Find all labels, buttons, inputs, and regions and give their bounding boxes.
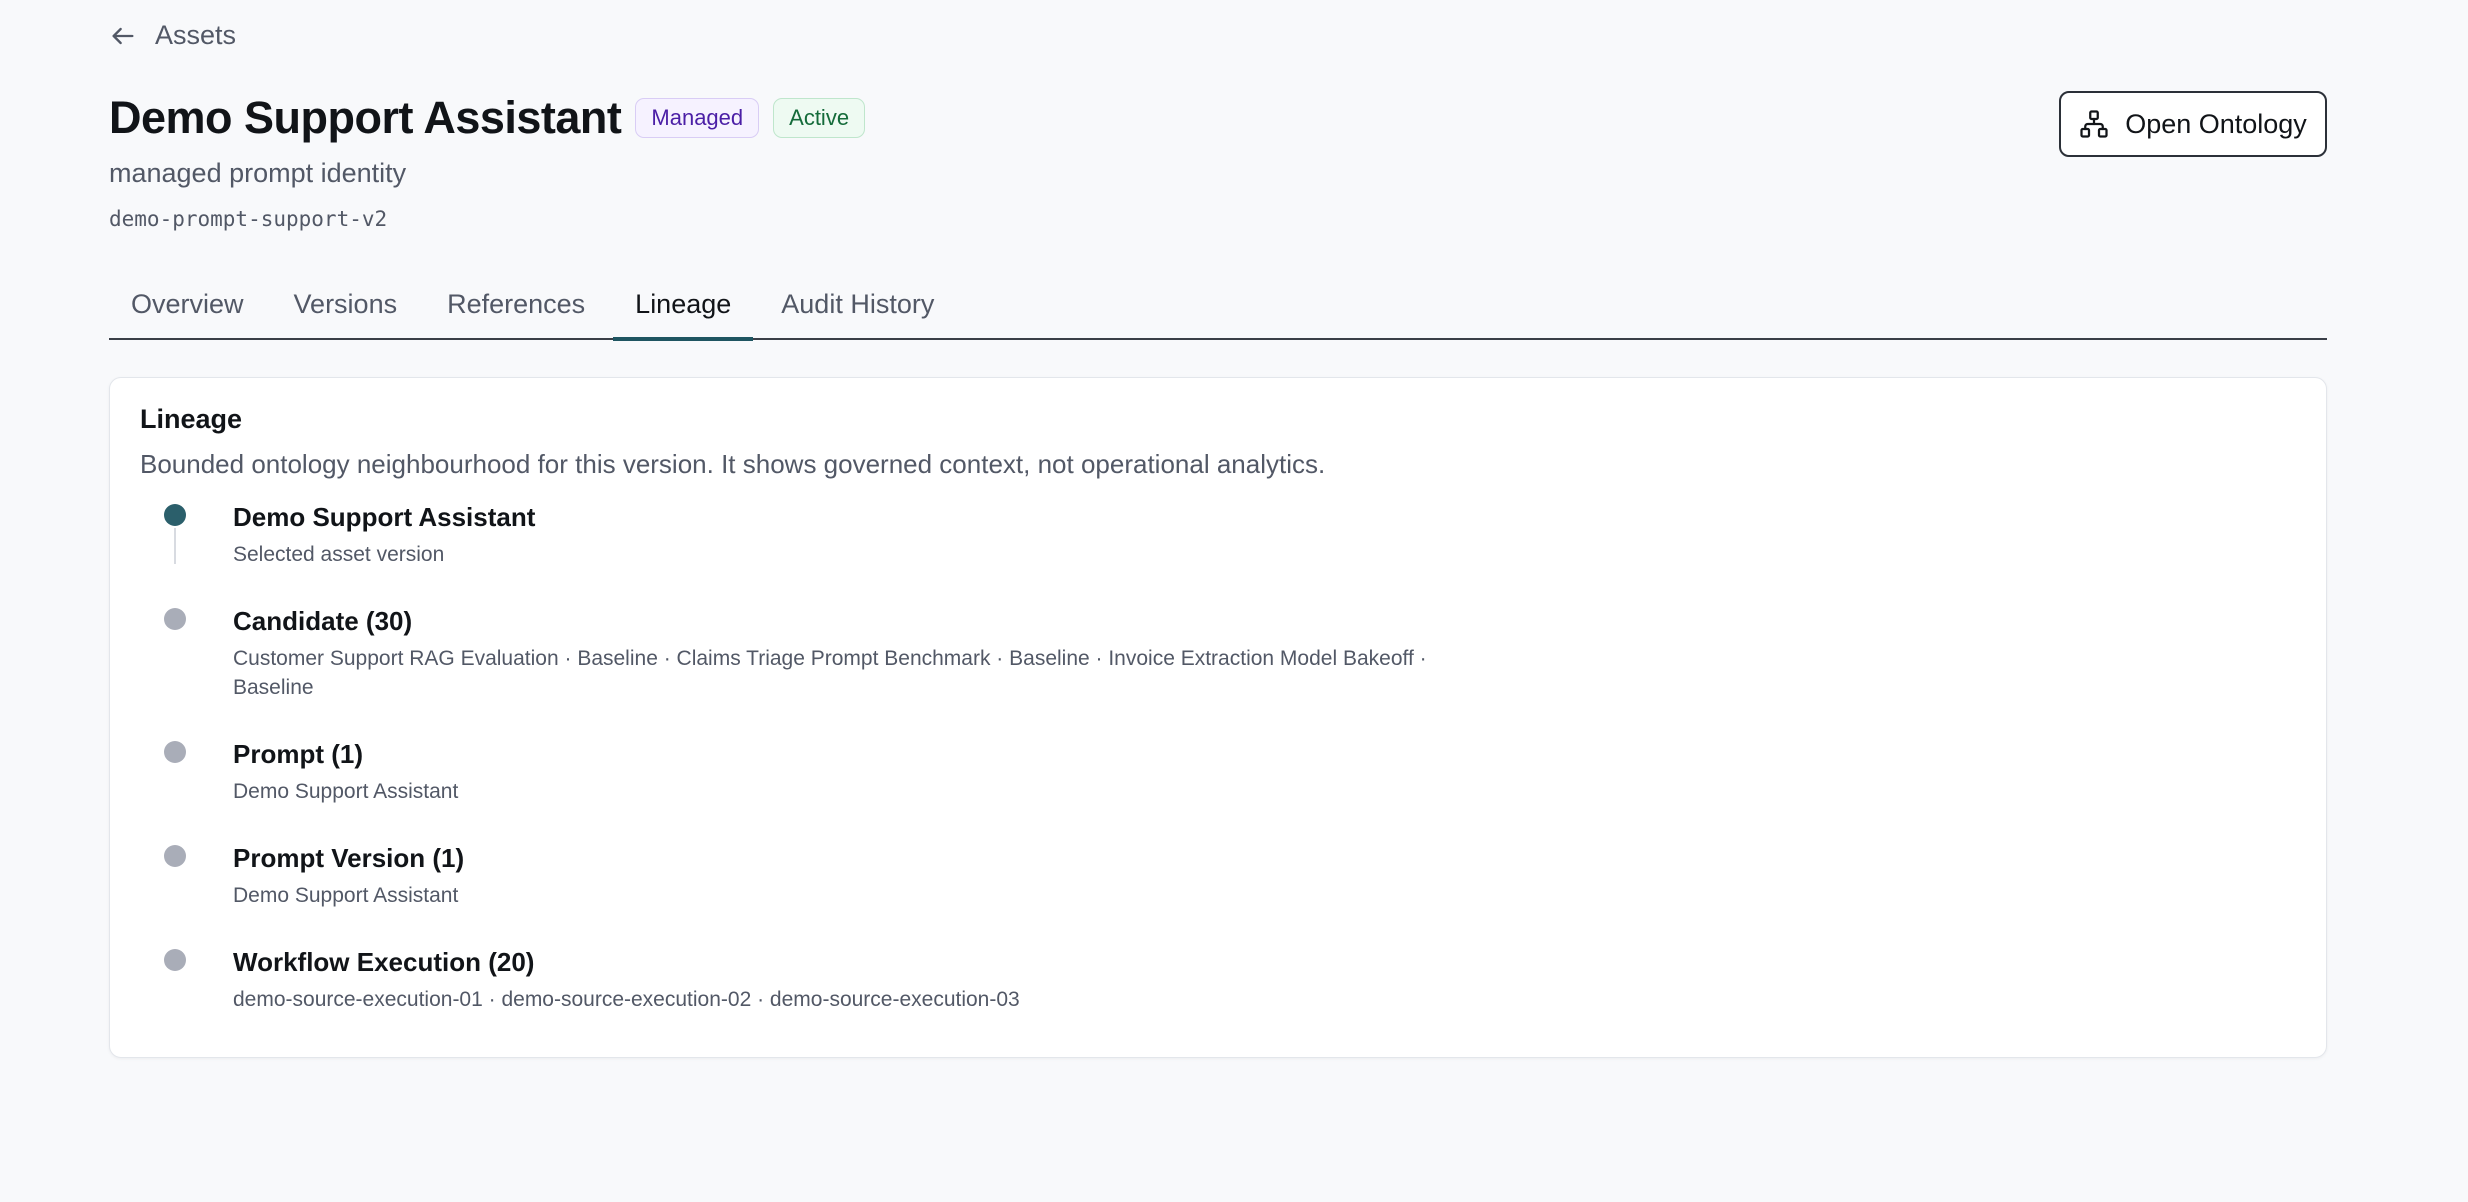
- lineage-description: Bounded ontology neighbourhood for this …: [140, 449, 1326, 479]
- lineage-item-workflow-execution: Workflow Execution (20) demo-source-exec…: [140, 947, 2296, 1027]
- asset-detail-page: Assets Demo Support Assistant Managed Ac…: [0, 0, 2468, 1202]
- selected-node-dot: [164, 504, 186, 526]
- asset-slug: demo-prompt-support-v2: [109, 207, 388, 231]
- tab-bar: Overview Versions References Lineage Aud…: [109, 270, 2327, 341]
- lineage-item-name: Candidate (30): [233, 606, 413, 636]
- lineage-card: Lineage Bounded ontology neighbourhood f…: [109, 377, 2327, 1058]
- lineage-item-detail: Demo Support Assistant: [233, 884, 459, 908]
- page-title: Demo Support Assistant: [109, 92, 622, 143]
- back-link-label: Assets: [155, 20, 237, 50]
- lineage-item-prompt-version: Prompt Version (1) Demo Support Assistan…: [140, 843, 2296, 947]
- lineage-item-detail: Selected asset version: [233, 543, 445, 567]
- lineage-item-name: Prompt Version (1): [233, 843, 465, 873]
- lineage-item-name: Demo Support Assistant: [233, 502, 536, 532]
- hierarchy-icon: [2080, 110, 2108, 138]
- tab-versions[interactable]: Versions: [272, 289, 420, 338]
- tab-overview[interactable]: Overview: [109, 289, 266, 338]
- arrow-left-icon: [112, 27, 134, 44]
- back-to-assets-link[interactable]: Assets: [109, 20, 236, 51]
- tab-references[interactable]: References: [425, 289, 607, 338]
- timeline-connector: [174, 528, 176, 564]
- lineage-item-selected: Demo Support Assistant Selected asset ve…: [140, 502, 2296, 606]
- lineage-item-detail: Customer Support RAG Evaluation · Baseli…: [233, 647, 1427, 699]
- node-dot: [164, 949, 186, 971]
- open-ontology-label: Open Ontology: [2125, 108, 2307, 139]
- lineage-title: Lineage: [140, 404, 243, 434]
- header-row: Demo Support Assistant Managed Active: [109, 92, 866, 144]
- node-dot: [164, 741, 186, 763]
- managed-badge: Managed: [635, 97, 760, 139]
- node-dot: [164, 845, 186, 867]
- lineage-item-detail: demo-source-execution-01 · demo-source-e…: [233, 988, 1020, 1012]
- lineage-item-name: Workflow Execution (20): [233, 947, 535, 977]
- lineage-item-detail: Demo Support Assistant: [233, 780, 459, 804]
- status-badge: Active: [773, 97, 866, 139]
- tab-lineage[interactable]: Lineage: [613, 289, 754, 341]
- asset-subtitle: managed prompt identity: [109, 158, 407, 188]
- lineage-item-candidate: Candidate (30) Customer Support RAG Eval…: [140, 606, 2296, 739]
- lineage-item-name: Prompt (1): [233, 739, 363, 769]
- lineage-item-prompt: Prompt (1) Demo Support Assistant: [140, 739, 2296, 843]
- open-ontology-button[interactable]: Open Ontology: [2059, 91, 2327, 157]
- node-dot: [164, 608, 186, 630]
- tab-audit-history[interactable]: Audit History: [759, 289, 956, 338]
- lineage-timeline: Demo Support Assistant Selected asset ve…: [140, 502, 2296, 1027]
